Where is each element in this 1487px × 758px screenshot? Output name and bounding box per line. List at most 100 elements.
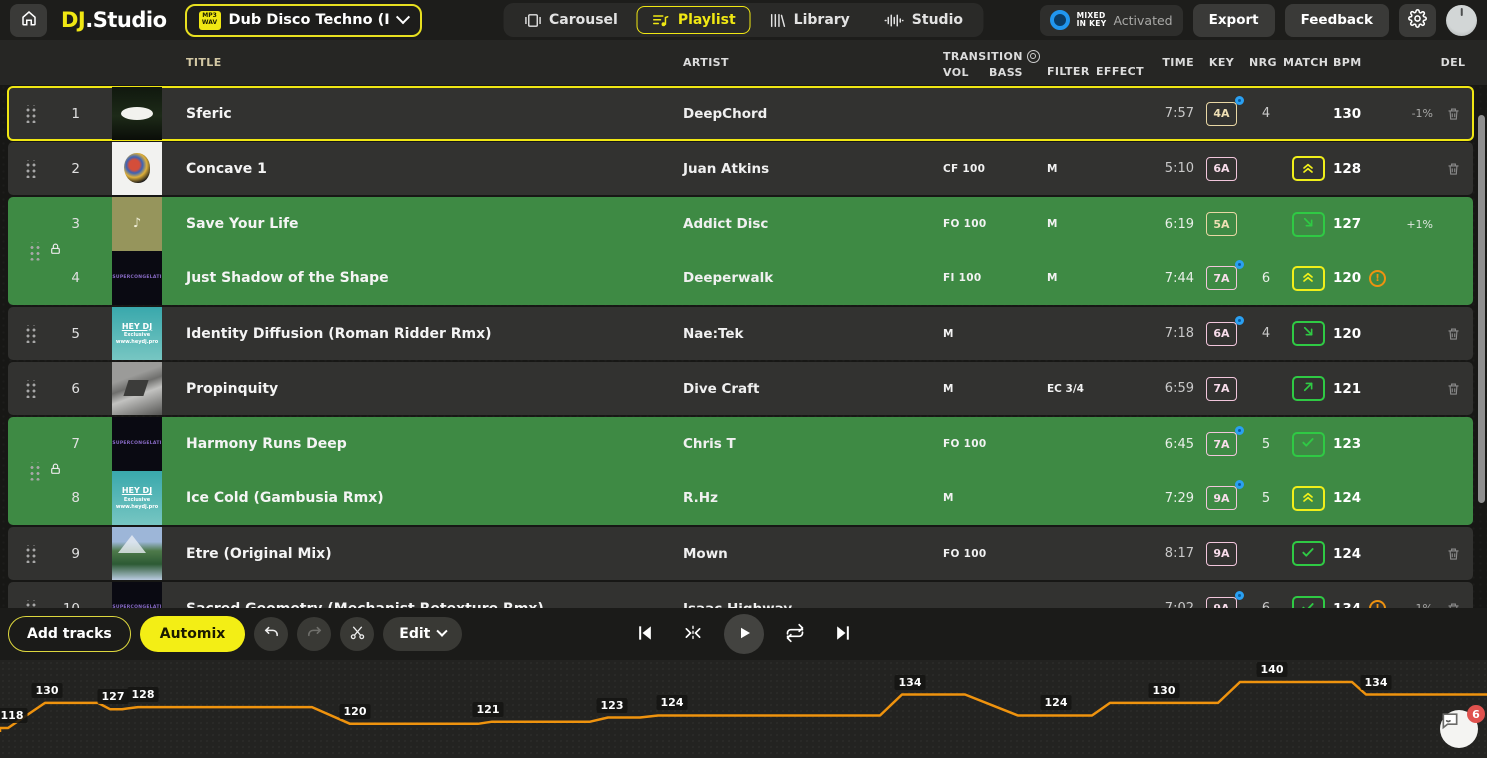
tab-library[interactable]: Library (755, 6, 865, 34)
table-row[interactable]: 10 SUPERCONGELATI Sacred Geometry (Mecha… (8, 582, 1473, 608)
bpm-chart[interactable]: 118130127128120121123124134124130140134 … (0, 660, 1487, 758)
column-header-bass[interactable]: BASS (989, 66, 1023, 79)
drag-handle-icon[interactable] (28, 242, 40, 260)
transition-vol-value[interactable]: FO 100 (943, 548, 989, 560)
match-badge[interactable] (1292, 596, 1325, 608)
match-badge[interactable] (1292, 212, 1325, 237)
track-title[interactable]: Sacred Geometry (Mechanist Retexture Rmx… (162, 601, 683, 609)
key-badge[interactable]: 4A (1206, 102, 1237, 126)
column-header-match[interactable]: MATCH (1283, 56, 1333, 69)
delete-track-button[interactable] (1446, 601, 1461, 609)
filter-value[interactable]: M (1047, 163, 1096, 175)
transition-preview-icon[interactable] (1027, 50, 1040, 63)
track-title[interactable]: Just Shadow of the Shape (162, 270, 683, 286)
delete-track-button[interactable] (1446, 106, 1461, 122)
transition-vol-value[interactable]: FI 100 (943, 272, 989, 284)
table-row[interactable]: 7 SUPERCONGELATI Harmony Runs Deep Chris… (8, 417, 1473, 471)
delete-track-button[interactable] (1446, 326, 1461, 342)
tab-carousel[interactable]: Carousel (509, 6, 633, 34)
track-title[interactable]: Propinquity (162, 381, 683, 397)
user-avatar[interactable] (1446, 5, 1477, 36)
feedback-button[interactable]: Feedback (1285, 4, 1389, 37)
table-row[interactable]: 1 Sferic DeepChord 7:57 4A 4 130 -1% (8, 87, 1473, 140)
repeat-button[interactable] (778, 617, 812, 651)
table-row[interactable]: 2 Concave 1 Juan Atkins CF 100 M 5:10 6A… (8, 142, 1473, 195)
track-title[interactable]: Etre (Original Mix) (162, 546, 683, 562)
drag-handle-icon[interactable] (24, 380, 36, 398)
match-badge[interactable] (1292, 432, 1325, 457)
track-title[interactable]: Harmony Runs Deep (162, 436, 683, 452)
match-badge[interactable] (1292, 266, 1325, 291)
tab-studio[interactable]: Studio (869, 6, 978, 34)
settings-button[interactable] (1399, 4, 1436, 37)
edit-menu-button[interactable]: Edit (383, 617, 462, 651)
column-header-nrg[interactable]: NRG (1249, 56, 1283, 69)
track-title[interactable]: Sferic (162, 106, 683, 122)
cut-button[interactable] (340, 617, 374, 651)
tab-playlist[interactable]: Playlist (637, 6, 751, 34)
transition-vol-value[interactable]: M (943, 328, 989, 340)
export-button[interactable]: Export (1193, 4, 1275, 37)
key-badge[interactable]: 6A (1206, 157, 1237, 181)
skip-start-button[interactable] (628, 617, 662, 651)
transition-vol-value[interactable]: FO 100 (943, 438, 989, 450)
column-header-bpm[interactable]: BPM (1333, 56, 1369, 69)
delete-track-button[interactable] (1446, 161, 1461, 177)
match-badge[interactable] (1292, 541, 1325, 566)
mixed-in-key-badge[interactable]: MIXEDIN KEY Activated (1040, 5, 1183, 36)
track-title[interactable]: Ice Cold (Gambusia Rmx) (162, 490, 683, 506)
skip-end-button[interactable] (826, 617, 860, 651)
add-tracks-button[interactable]: Add tracks (8, 616, 131, 652)
key-badge[interactable]: 7A (1206, 377, 1237, 401)
play-button[interactable] (724, 614, 764, 654)
bpm-warning-icon[interactable]: ! (1369, 270, 1386, 287)
lock-icon[interactable] (49, 462, 62, 481)
filter-value[interactable]: M (1047, 272, 1096, 284)
drag-handle-icon[interactable] (24, 600, 36, 609)
table-row[interactable]: 9 Etre (Original Mix) Mown FO 100 8:17 9… (8, 527, 1473, 580)
match-badge[interactable] (1292, 156, 1325, 181)
automix-button[interactable]: Automix (140, 616, 246, 652)
column-header-transition[interactable]: TRANSITION VOLBASS (943, 47, 1047, 79)
playlist-selector[interactable]: MP3 WAV Dub Disco Techno (I (185, 4, 422, 37)
filter-value[interactable]: EC 3/4 (1047, 383, 1096, 395)
match-badge[interactable] (1292, 321, 1325, 346)
transition-vol-value[interactable]: CF 100 (943, 163, 989, 175)
column-header-key[interactable]: KEY (1194, 56, 1249, 69)
track-title[interactable]: Identity Diffusion (Roman Ridder Rmx) (162, 326, 683, 342)
match-badge[interactable] (1292, 486, 1325, 511)
redo-button[interactable] (297, 617, 331, 651)
key-badge[interactable]: 9A (1206, 597, 1237, 609)
key-badge[interactable]: 7A (1206, 266, 1237, 290)
track-title[interactable]: Concave 1 (162, 161, 683, 177)
bpm-warning-icon[interactable]: ! (1369, 600, 1386, 608)
drag-handle-icon[interactable] (24, 325, 36, 343)
undo-button[interactable] (254, 617, 288, 651)
table-row[interactable]: 3 Save Your Life Addict Disc FO 100 M 6:… (8, 197, 1473, 251)
home-button[interactable] (10, 4, 47, 37)
track-title[interactable]: Save Your Life (162, 216, 683, 232)
table-row[interactable]: 4 SUPERCONGELATI Just Shadow of the Shap… (8, 251, 1473, 305)
chat-button[interactable]: 6 (1440, 710, 1478, 748)
split-at-playhead-button[interactable] (676, 617, 710, 651)
drag-handle-icon[interactable] (24, 160, 36, 178)
table-row[interactable]: 8 HEY DJExclusivewww.heydj.pro Ice Cold … (8, 471, 1473, 525)
transition-vol-value[interactable]: FO 100 (943, 218, 989, 230)
match-badge[interactable] (1292, 376, 1325, 401)
column-header-effect[interactable]: EFFECT (1096, 48, 1158, 78)
delete-track-button[interactable] (1446, 381, 1461, 397)
transition-vol-value[interactable]: M (943, 492, 989, 504)
key-badge[interactable]: 7A (1206, 432, 1237, 456)
drag-handle-icon[interactable] (24, 105, 36, 123)
delete-track-button[interactable] (1446, 546, 1461, 562)
table-row[interactable]: 5 HEY DJExclusivewww.heydj.pro Identity … (8, 307, 1473, 360)
drag-handle-icon[interactable] (28, 462, 40, 480)
key-badge[interactable]: 6A (1206, 322, 1237, 346)
vertical-scrollbar[interactable] (1478, 115, 1485, 503)
lock-icon[interactable] (49, 242, 62, 261)
drag-handle-icon[interactable] (24, 545, 36, 563)
column-header-artist[interactable]: ARTIST (683, 56, 943, 69)
key-badge[interactable]: 5A (1206, 212, 1237, 236)
column-header-filter[interactable]: FILTER (1047, 48, 1096, 78)
column-header-time[interactable]: TIME (1158, 56, 1194, 69)
